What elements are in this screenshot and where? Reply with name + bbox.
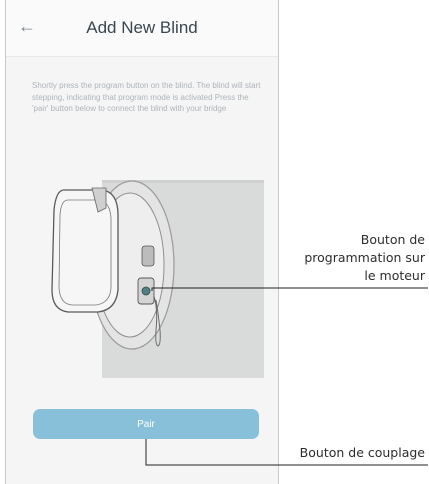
pair-button-callout: Bouton de couplage xyxy=(299,445,425,460)
program-button-callout: Bouton de programmation sur le moteur xyxy=(304,232,425,283)
program-button-leader-line xyxy=(151,287,428,291)
